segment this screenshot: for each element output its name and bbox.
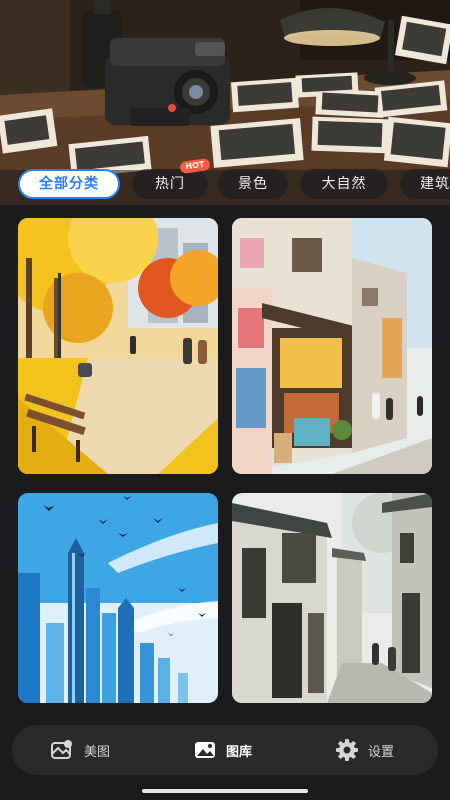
street-shop-image	[232, 218, 432, 474]
skyscrapers-image	[18, 493, 218, 703]
gallery-grid	[0, 205, 450, 713]
nav-item-gallery[interactable]: 图库	[194, 725, 252, 775]
photo-edit-icon	[51, 740, 72, 759]
tab-hot[interactable]: 热门	[132, 169, 208, 199]
gallery-card-autumn-park[interactable]	[18, 218, 218, 474]
home-indicator[interactable]	[142, 789, 308, 793]
category-tabs: 全部分类 热门 景色 大自然 建筑	[0, 166, 450, 202]
nav-label-beautify: 美图	[84, 744, 111, 760]
nav-item-beautify[interactable]: 美图	[50, 725, 110, 775]
tab-nature[interactable]: 大自然	[300, 169, 388, 199]
autumn-park-image	[18, 218, 218, 474]
nav-label-settings: 设置	[368, 744, 395, 760]
bottom-nav: 美图 图库 设置	[12, 725, 438, 775]
gallery-card-street-shop[interactable]	[232, 218, 432, 474]
old-town-image	[232, 493, 432, 703]
tab-architecture[interactable]: 建筑	[400, 169, 450, 199]
nav-label-gallery: 图库	[226, 744, 253, 760]
gallery-card-skyscrapers[interactable]	[18, 493, 218, 703]
gear-icon	[336, 739, 358, 761]
tab-all-categories[interactable]: 全部分类	[18, 169, 120, 199]
gallery-icon	[195, 742, 215, 758]
nav-item-settings[interactable]: 设置	[336, 725, 394, 775]
tab-scenery[interactable]: 景色	[218, 169, 288, 199]
gallery-card-old-town[interactable]	[232, 493, 432, 703]
